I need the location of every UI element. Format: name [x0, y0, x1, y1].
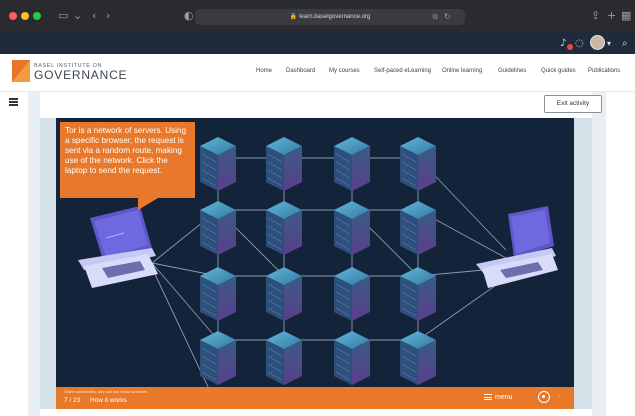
- forward-icon[interactable]: ›: [106, 8, 110, 24]
- left-laptop[interactable]: [78, 206, 158, 288]
- server-node: [400, 267, 436, 321]
- drawer-toggle-icon[interactable]: [9, 98, 18, 106]
- notification-badge: [567, 44, 573, 50]
- user-avatar[interactable]: [590, 35, 605, 50]
- server-node: [334, 137, 370, 191]
- moodle-topbar: [0, 32, 635, 54]
- slide-menu-button[interactable]: menu: [484, 392, 513, 404]
- share-icon[interactable]: ⇪: [591, 8, 600, 24]
- search-icon[interactable]: ⌕: [622, 36, 628, 52]
- activity-slide: Tor is a network of servers. Using a spe…: [56, 118, 574, 409]
- next-icon[interactable]: ›: [558, 393, 560, 400]
- sidebar-toggle-icon[interactable]: ▭: [58, 8, 68, 24]
- callout-tail: [138, 198, 158, 210]
- server-node: [266, 267, 302, 321]
- right-laptop[interactable]: [476, 206, 558, 288]
- notifications-icon[interactable]: ♪: [560, 36, 566, 52]
- chat-icon[interactable]: ◌: [575, 36, 584, 52]
- reload-icon[interactable]: ↻: [444, 9, 451, 25]
- tab-overview-icon[interactable]: ▦: [621, 8, 631, 24]
- server-node: [266, 137, 302, 191]
- chevron-down-icon[interactable]: ⌄: [73, 8, 82, 24]
- menu-icon: [484, 394, 492, 400]
- server-node: [334, 331, 370, 385]
- back-icon[interactable]: ‹: [92, 8, 96, 24]
- server-node: [400, 137, 436, 191]
- close-window-button[interactable]: [9, 12, 17, 20]
- lock-icon: 🔒: [289, 14, 298, 20]
- page-counter: 7 / 23: [64, 397, 81, 404]
- drawer-strip: [0, 92, 28, 416]
- tor-servers: [200, 137, 436, 385]
- new-tab-icon[interactable]: +: [607, 8, 616, 24]
- privacy-shield-icon[interactable]: ◐: [184, 8, 194, 24]
- address-bar[interactable]: 🔒 learn.baselgovernance.org: [195, 9, 465, 25]
- server-node: [400, 331, 436, 385]
- slide-frame-left: [40, 118, 56, 409]
- server-node: [200, 331, 236, 385]
- play-pause-button[interactable]: [538, 391, 550, 403]
- nav-self-paced-elearning[interactable]: Self-paced eLearning: [374, 68, 431, 74]
- exit-activity-button[interactable]: Exit activity: [544, 95, 602, 113]
- maximize-window-button[interactable]: [33, 12, 41, 20]
- chevron-down-icon[interactable]: ▾: [607, 36, 611, 52]
- logo-mark[interactable]: [12, 60, 30, 82]
- browser-chrome: ▭ ⌄ ‹ › ◐ 🔒 learn.baselgovernance.org ⚙ ↻…: [0, 0, 635, 32]
- nav-home[interactable]: Home: [256, 68, 272, 74]
- nav-guidelines[interactable]: Guidelines: [498, 68, 526, 74]
- nav-dashboard[interactable]: Dashboard: [286, 68, 315, 74]
- server-node: [334, 201, 370, 255]
- slide-title: How it works: [90, 397, 127, 404]
- instruction-callout: Tor is a network of servers. Using a spe…: [60, 122, 195, 198]
- server-node: [200, 137, 236, 191]
- server-node: [200, 267, 236, 321]
- server-node: [400, 201, 436, 255]
- minimize-window-button[interactable]: [21, 12, 29, 20]
- server-node: [200, 201, 236, 255]
- content-gutter-right: [592, 92, 606, 416]
- server-node: [266, 201, 302, 255]
- logo-bottom-text: GOVERNANCE: [34, 68, 128, 82]
- slide-frame-right: [574, 118, 592, 409]
- nav-online-learning[interactable]: Online learning: [442, 68, 482, 74]
- nav-publications[interactable]: Publications: [588, 68, 620, 74]
- nav-my-courses[interactable]: My courses: [329, 68, 360, 74]
- menu-label: menu: [495, 394, 513, 401]
- nav-quick-guides[interactable]: Quick guides: [541, 68, 576, 74]
- course-name: Online communities, dark web and virtual…: [64, 390, 148, 394]
- translate-icon[interactable]: ⚙: [432, 9, 438, 25]
- content-gutter-left: [28, 92, 40, 416]
- slide-footer: Online communities, dark web and virtual…: [56, 387, 574, 409]
- server-node: [334, 267, 370, 321]
- server-node: [266, 331, 302, 385]
- url-text: learn.baselgovernance.org: [299, 14, 371, 20]
